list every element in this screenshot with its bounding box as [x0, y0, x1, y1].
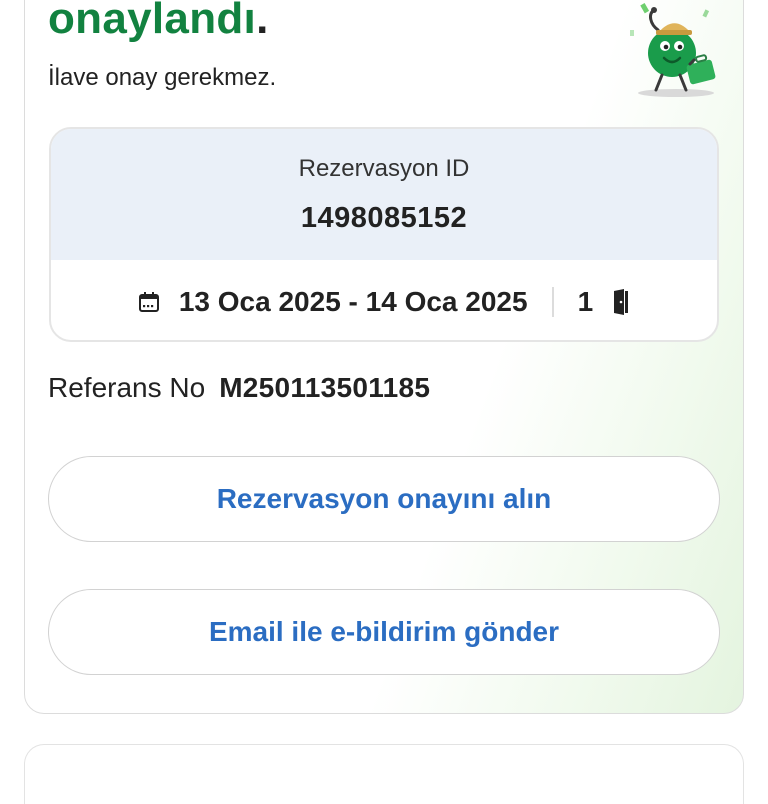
stay-dates: 13 Oca 2025 - 14 Oca 2025 [178, 286, 528, 317]
calendar-icon [138, 292, 159, 312]
get-confirmation-button[interactable]: Rezervasyon onayını alın [48, 456, 720, 542]
reference-number-row: Referans No M250113501185 [48, 372, 430, 404]
title-dot: . [256, 0, 269, 43]
room-count: 1 [577, 286, 594, 317]
door-icon [614, 289, 629, 315]
booking-id-label: Rezervasyon ID [298, 155, 470, 182]
reference-label: Referans No [48, 372, 206, 403]
confirmation-title: onaylandı. [48, 0, 269, 44]
booking-id-value: 1498085152 [300, 202, 468, 234]
next-card [24, 744, 744, 804]
title-text: onaylandı [48, 0, 257, 43]
reference-value: M250113501185 [219, 372, 431, 403]
confirmation-subtitle: İlave onay gerekmez. [48, 64, 277, 91]
divider [551, 287, 554, 317]
send-email-button[interactable]: Email ile e-bildirim gönder [48, 589, 720, 675]
booking-details-row: 13 Oca 2025 - 14 Oca 2025 1 [51, 260, 717, 340]
booking-id-section: Rezervasyon ID 1498085152 [51, 129, 717, 260]
booking-summary: Rezervasyon ID 1498085152 13 Oca 2025 - … [49, 127, 719, 342]
mascot-illustration [630, 3, 716, 97]
